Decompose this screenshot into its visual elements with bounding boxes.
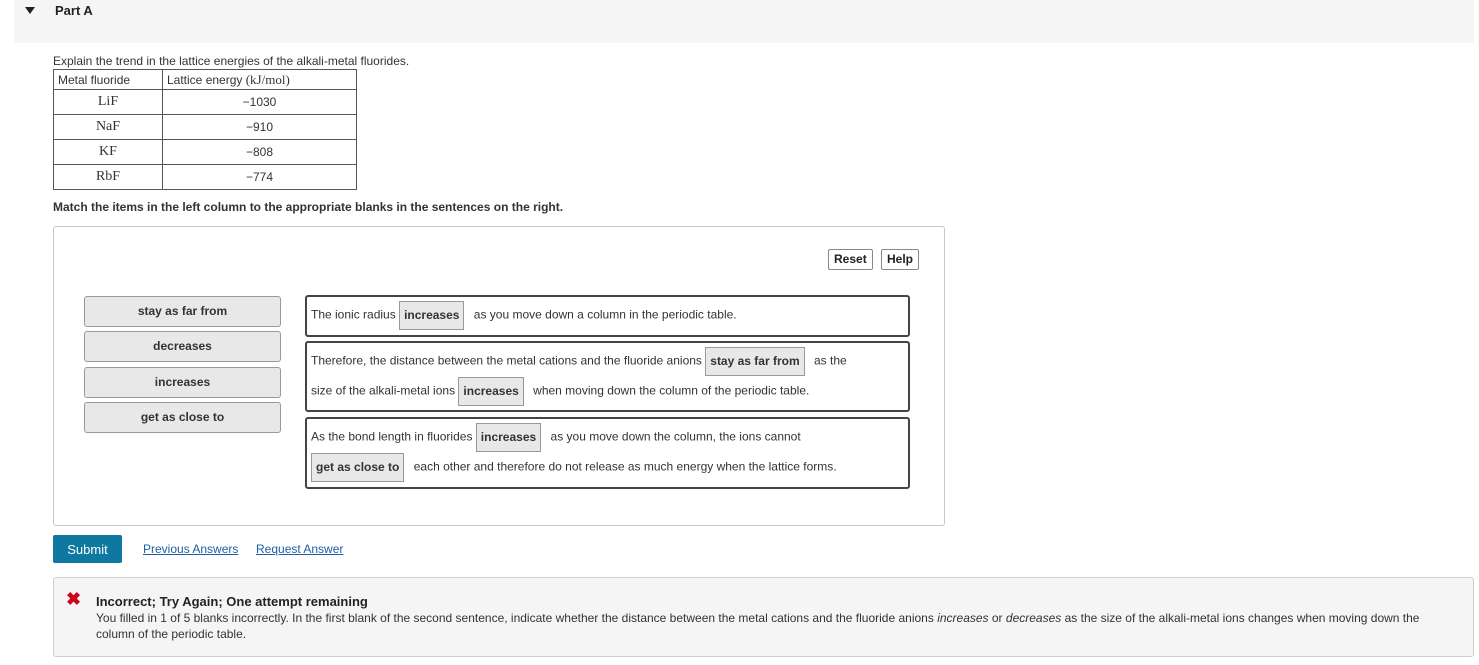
table-row: RbF −774 [53,164,357,190]
sentence-box-3: As the bond length in fluorides increase… [305,417,910,489]
drop-blank-1[interactable]: increases [399,301,465,330]
match-instructions: Match the items in the left column to th… [53,200,564,214]
help-button[interactable]: Help [881,249,920,270]
table-header-metal-fluoride: Metal fluoride [53,69,163,90]
feedback-text: You filled in 1 of 5 blanks incorrectly.… [96,611,938,625]
request-answer-link[interactable]: Request Answer [256,542,343,556]
drop-blank-3[interactable]: increases [458,377,524,406]
feedback-message: You filled in 1 of 5 blanks incorrectly.… [96,610,1446,642]
sentence-text: As the bond length in fluorides [311,429,473,444]
previous-answers-link[interactable]: Previous Answers [143,542,238,556]
feedback-emphasis: increases [937,611,989,625]
table-header-lattice-energy: Lattice energy (kJ/mol) [162,69,357,90]
feedback-text: or [988,611,1006,625]
drag-item-get-as-close-to[interactable]: get as close to [84,402,281,433]
drop-blank-5[interactable]: get as close to [311,453,405,482]
feedback-emphasis: decreases [1005,611,1062,625]
reset-button[interactable]: Reset [828,249,873,270]
sentence-text: The ionic radius [311,307,396,322]
collapse-triangle-icon[interactable] [25,7,35,14]
sentence-box-2: Therefore, the distance between the meta… [305,341,910,412]
table-cell-formula: NaF [53,114,163,140]
sentence-text: as the [813,353,847,368]
table-cell-energy: −808 [162,139,357,165]
sentence-text: Therefore, the distance between the meta… [311,353,702,368]
incorrect-x-icon: ✖ [66,589,82,609]
sentence-text: size of the alkali-metal ions [311,383,456,398]
table-header-row: Metal fluoride Lattice energy (kJ/mol) [53,69,357,90]
feedback-title: Incorrect; Try Again; One attempt remain… [96,594,368,609]
table-header-unit: (kJ/mol) [245,71,290,87]
sentence-text: as you move down a column in the periodi… [473,307,737,322]
table-cell-energy: −774 [162,164,357,190]
sentence-text: each other and therefore do not release … [413,459,837,474]
drag-item-increases[interactable]: increases [84,367,281,398]
submit-button[interactable]: Submit [53,535,122,563]
sentence-box-1: The ionic radius increases as you move d… [305,295,910,337]
table-cell-formula: LiF [53,89,163,115]
lattice-energy-table: Metal fluoride Lattice energy (kJ/mol) L… [53,69,357,190]
drop-blank-4[interactable]: increases [475,423,542,452]
drag-item-decreases[interactable]: decreases [84,331,281,362]
table-cell-energy: −1030 [162,89,357,115]
table-cell-formula: RbF [53,164,163,190]
table-row: NaF −910 [53,114,357,140]
drag-item-stay-as-far-from[interactable]: stay as far from [84,296,281,327]
sentence-text: when moving down the column of the perio… [533,383,810,398]
table-cell-formula: KF [53,139,163,165]
part-title: Part A [55,3,93,18]
drop-blank-2[interactable]: stay as far from [705,347,805,376]
sentence-text: as you move down the column, the ions ca… [550,429,801,444]
part-header[interactable] [14,0,1474,43]
table-row: KF −808 [53,139,357,165]
question-prompt: Explain the trend in the lattice energie… [53,54,410,68]
table-cell-energy: −910 [162,114,357,140]
table-header-lattice-energy-label: Lattice energy [167,72,246,87]
table-row: LiF −1030 [53,89,357,115]
